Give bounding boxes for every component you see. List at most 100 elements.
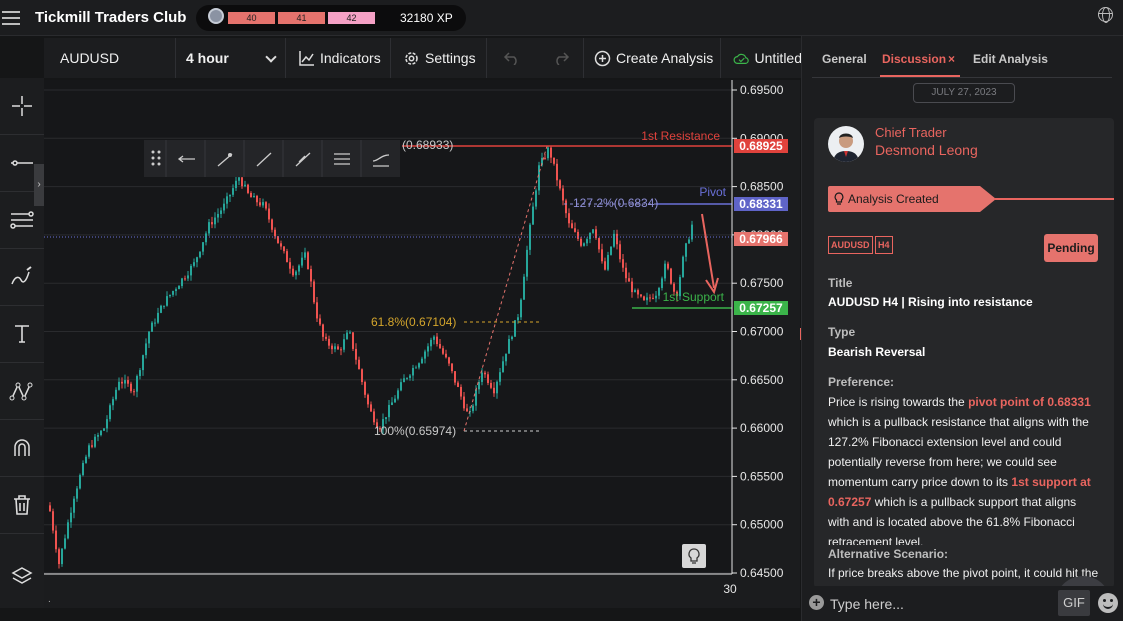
pref-text-1: Price is rising towards the <box>828 395 969 409</box>
brush-icon[interactable] <box>0 249 44 306</box>
price-tick-label: 0.64500 <box>740 566 784 580</box>
cloud-check-icon <box>733 53 749 64</box>
avatar[interactable] <box>828 126 864 162</box>
price-tick-label: 0.66500 <box>740 373 784 387</box>
settings-label: Settings <box>425 50 476 66</box>
price-tick-label: 0.65500 <box>740 469 784 483</box>
banner-rule <box>994 198 1114 200</box>
symbol-tag: AUDUSD <box>828 236 873 254</box>
drawing-toolbar: › <box>0 78 44 608</box>
interval-dropdown[interactable]: 4 hour <box>176 38 286 78</box>
add-attachment-icon[interactable]: + <box>809 595 824 610</box>
idea-button[interactable] <box>682 544 706 568</box>
layers-icon[interactable] <box>0 548 44 605</box>
fib-top-label: (0.68933) <box>402 138 453 152</box>
interval-label: 4 hour <box>186 50 229 66</box>
gear-icon <box>405 51 418 65</box>
tab-edit-analysis[interactable]: Edit Analysis <box>973 52 1048 66</box>
create-analysis-label: Create Analysis <box>616 50 714 66</box>
xp-bar[interactable]: 40 41 42 32180 XP <box>196 5 466 31</box>
level-40: 40 <box>228 12 275 24</box>
pivot-highlight: pivot point of 0.68331 <box>968 395 1091 409</box>
gif-button[interactable]: GIF <box>1058 590 1090 616</box>
chart-area[interactable]: 1st Resistance Pivot 1st Support (0.6893… <box>44 80 800 608</box>
preference-text: Price is rising towards the pivot point … <box>828 392 1100 552</box>
type-value: Bearish Reversal <box>828 345 926 359</box>
banner-label: Analysis Created <box>848 192 939 206</box>
price-tick-label: 0.67000 <box>740 325 784 339</box>
analysis-panel: General Discussion × Edit Analysis JULY … <box>801 36 1123 621</box>
create-analysis-button[interactable]: Create Analysis <box>584 38 721 78</box>
level-41: 41 <box>278 12 325 24</box>
author-role: Chief Trader <box>875 125 947 140</box>
plus-circle-icon <box>594 50 611 66</box>
message-composer: + GIF <box>802 586 1123 621</box>
magnet-icon[interactable] <box>0 420 44 477</box>
trash-icon[interactable] <box>0 477 44 534</box>
time-axis-label: 30 <box>723 582 737 596</box>
price-tick-label: 0.67500 <box>740 276 784 290</box>
app-title: Tickmill Traders Club <box>35 9 187 26</box>
symbol-selector[interactable]: AUDUSD <box>60 38 176 78</box>
message-input[interactable] <box>830 590 1055 618</box>
type-label: Type <box>828 325 856 339</box>
globe-icon[interactable] <box>1098 7 1113 23</box>
panel-tabs: General Discussion × Edit Analysis <box>802 36 1123 78</box>
author-name[interactable]: Desmond Leong <box>875 142 978 158</box>
title-label: Title <box>828 276 853 290</box>
tabs-divider <box>812 77 1112 78</box>
preference-label: Preference: <box>828 375 895 389</box>
chart-line-icon <box>299 50 314 66</box>
current-price-tag: 0.67966 <box>739 232 783 246</box>
price-tick-label: 0.65000 <box>740 518 784 532</box>
settings-button[interactable]: Settings <box>391 38 487 78</box>
rank-badge-icon <box>208 8 224 24</box>
chart-toolbar: AUDUSD 4 hour Indicators Settings Create… <box>44 38 802 78</box>
title-value: AUDUSD H4 | Rising into resistance <box>828 295 1033 309</box>
floating-drawing-toolbar[interactable] <box>144 140 400 177</box>
app-root: Tickmill Traders Club 40 41 42 32180 XP … <box>0 0 1123 621</box>
fib-retr-label: 61.8%(0.67104) <box>371 315 456 329</box>
symbol-label: AUDUSD <box>60 50 120 66</box>
pivot-price-tag: 0.68331 <box>739 197 783 211</box>
support-price-tag: 0.67257 <box>739 301 783 315</box>
untitled-layout-button[interactable]: Untitled <box>721 38 802 78</box>
price-tick-label: 0.69500 <box>740 83 784 97</box>
close-icon[interactable]: × <box>948 52 955 66</box>
price-tick-label: 0.68500 <box>740 180 784 194</box>
tab-discussion[interactable]: Discussion <box>882 52 946 66</box>
fib-bottom-label: 100%(0.65974) <box>374 424 456 438</box>
xp-points: 32180 XP <box>400 11 453 25</box>
text-icon[interactable] <box>0 306 44 363</box>
analysis-created-banner: Analysis Created <box>828 186 996 212</box>
hamburger-icon[interactable] <box>2 6 20 30</box>
crosshair-icon[interactable] <box>0 78 44 135</box>
alternative-text: If price breaks above the pivot point, i… <box>828 563 1100 583</box>
redo-icon[interactable] <box>552 51 570 65</box>
expand-toolbar-button[interactable]: › <box>34 164 44 206</box>
undo-redo-group <box>487 38 584 78</box>
level-42: 42 <box>328 12 375 24</box>
resistance-price-tag: 0.68925 <box>739 139 783 153</box>
lightbulb-icon <box>834 192 844 205</box>
support-label: 1st Support <box>663 290 725 304</box>
price-tick-label: 0.66000 <box>740 421 784 435</box>
timeframe-tag: H4 <box>875 236 893 254</box>
alternative-label: Alternative Scenario: <box>828 545 1100 561</box>
svg-text:.: . <box>48 594 51 605</box>
price-chart[interactable]: 1st Resistance Pivot 1st Support (0.6893… <box>44 80 800 608</box>
emoji-icon[interactable] <box>1098 593 1118 613</box>
analysis-card: Chief Trader Desmond Leong Analysis Crea… <box>814 118 1114 588</box>
pattern-icon[interactable] <box>0 363 44 420</box>
tab-general[interactable]: General <box>822 52 867 66</box>
fib-ext-label: 127.2%(0.6834) <box>573 196 658 210</box>
resistance-label: 1st Resistance <box>641 129 720 143</box>
undo-icon[interactable] <box>503 51 521 65</box>
top-bar: Tickmill Traders Club 40 41 42 32180 XP <box>0 0 1123 36</box>
indicators-button[interactable]: Indicators <box>286 38 391 78</box>
chevron-down-icon <box>265 51 277 63</box>
untitled-label: Untitled <box>754 50 802 66</box>
date-separator: JULY 27, 2023 <box>913 83 1015 103</box>
indicators-label: Indicators <box>320 50 381 66</box>
pivot-label: Pivot <box>699 185 726 199</box>
